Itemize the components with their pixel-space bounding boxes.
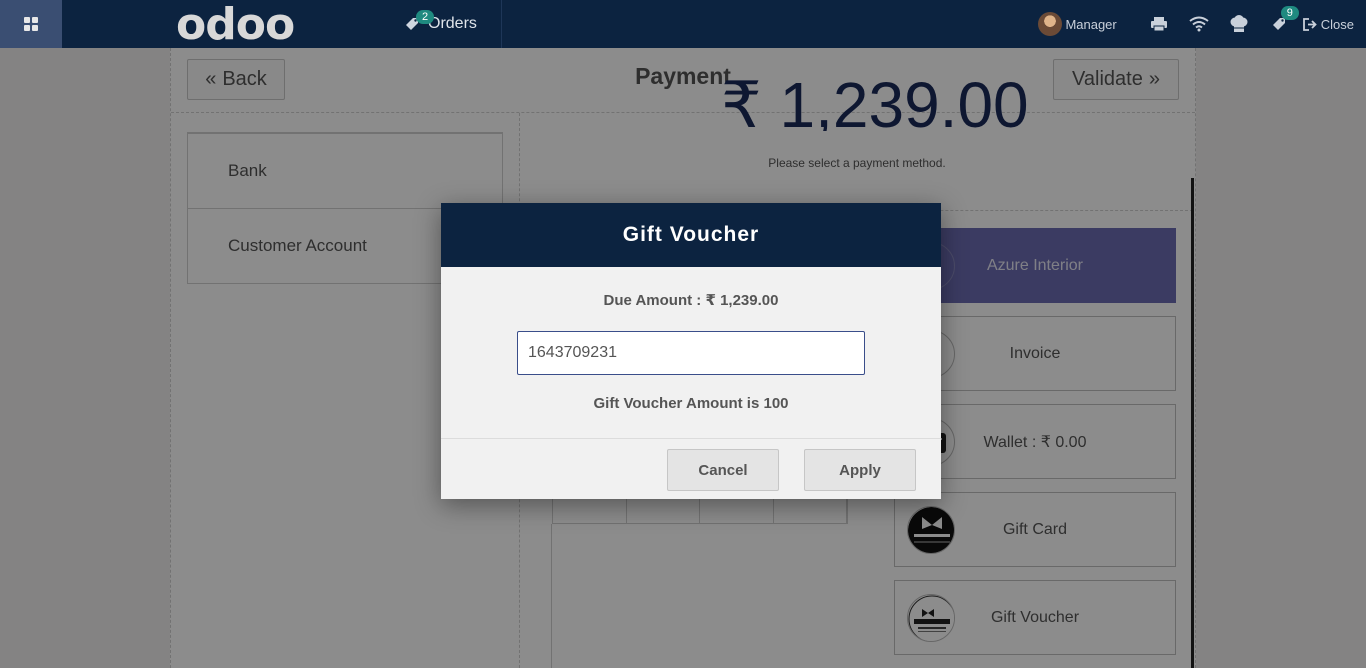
gift-voucher-dialog: Gift Voucher Due Amount : ₹ 1,239.00 Gif… — [441, 203, 941, 499]
wifi-icon[interactable] — [1179, 0, 1219, 48]
orders-count-badge: 2 — [416, 10, 435, 24]
odoo-logo: odoo — [176, 0, 295, 50]
sign-out-icon — [1302, 17, 1317, 31]
voucher-amount-message: Gift Voucher Amount is 100 — [593, 395, 789, 412]
chef-hat-icon[interactable] — [1219, 0, 1259, 48]
cancel-button[interactable]: Cancel — [667, 449, 779, 491]
user-name[interactable]: Manager — [1065, 17, 1116, 32]
user-avatar[interactable] — [1038, 12, 1063, 36]
due-amount-text: Due Amount : ₹ 1,239.00 — [603, 292, 779, 309]
sync-ticket-icon[interactable]: 9 — [1259, 0, 1299, 48]
orders-button[interactable]: 2 Orders — [404, 0, 502, 48]
dialog-title: Gift Voucher — [441, 203, 941, 267]
dialog-footer: Cancel Apply — [441, 438, 941, 499]
apply-button[interactable]: Apply — [804, 449, 916, 491]
close-button[interactable]: Close — [1299, 0, 1366, 48]
sync-count-badge: 9 — [1280, 6, 1299, 20]
top-navbar: odoo 2 Orders Manager 9 Close — [0, 0, 1366, 50]
close-label: Close — [1320, 16, 1354, 32]
apps-menu-button[interactable] — [0, 0, 62, 48]
apps-grid-icon — [24, 17, 38, 31]
voucher-code-input[interactable] — [517, 331, 865, 375]
print-icon[interactable] — [1139, 0, 1179, 48]
orders-label: Orders — [428, 15, 477, 32]
